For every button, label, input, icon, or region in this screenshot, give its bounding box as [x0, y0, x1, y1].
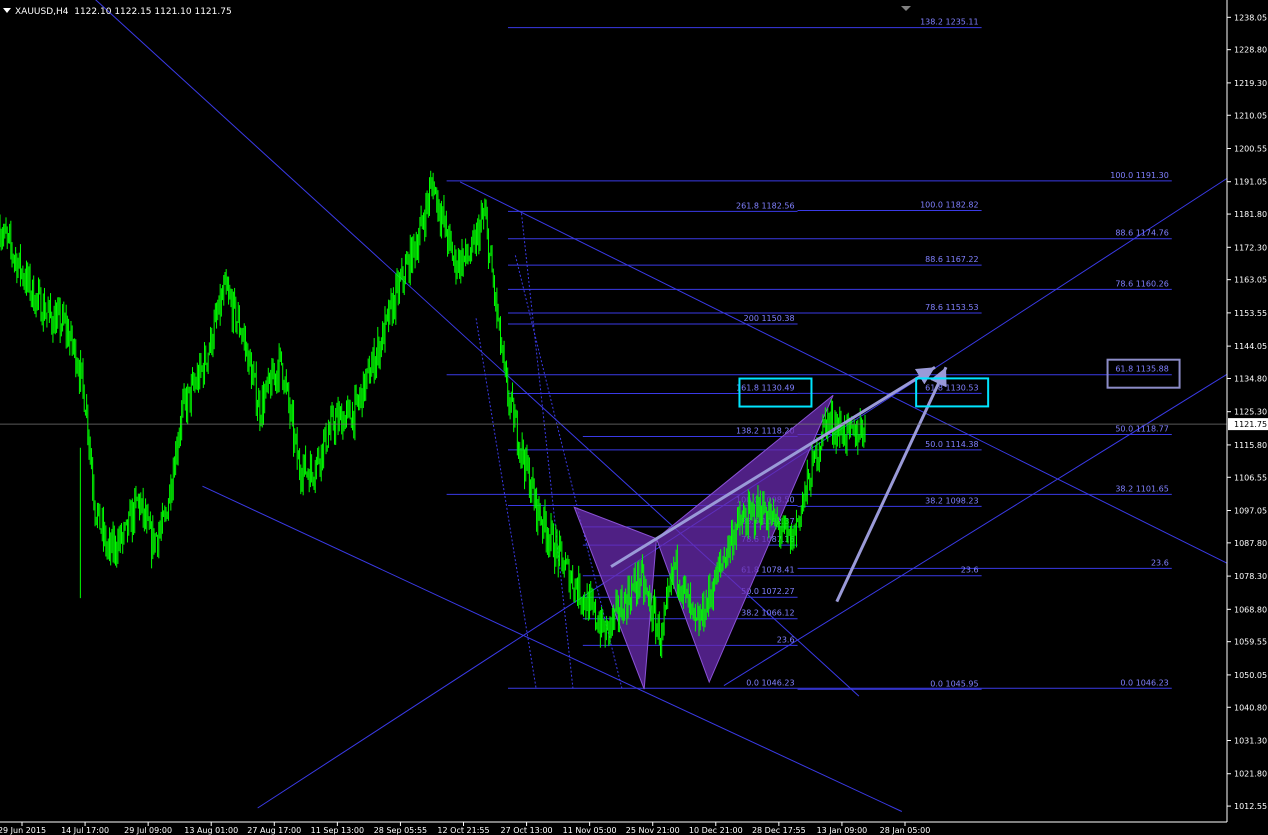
price-tick-label: 1050.05 — [1234, 671, 1267, 680]
price-tick-label: 1012.55 — [1234, 802, 1267, 811]
chart-shift-icon[interactable] — [901, 6, 911, 11]
price-tick-label: 1115.80 — [1234, 441, 1267, 450]
symbol-header: XAUUSD,H4 1122.10 1122.15 1121.10 1121.7… — [3, 7, 232, 18]
price-tick-label: 1097.05 — [1234, 507, 1267, 516]
symbol-label: XAUUSD,H4 — [15, 7, 69, 17]
price-tick-label: 1125.30 — [1234, 408, 1267, 417]
fib-level-label: 78.6 1160.26 — [1115, 279, 1168, 288]
time-tick-label: 27 Aug 17:00 — [247, 826, 301, 835]
price-tick-label: 1078.30 — [1234, 572, 1267, 581]
time-tick-label: 11 Sep 13:00 — [311, 826, 364, 835]
time-tick-label: 29 Jun 2015 — [0, 826, 46, 835]
fib-level-label: 78.6 1153.53 — [925, 303, 978, 312]
price-tick-label: 1040.80 — [1234, 703, 1267, 712]
price-tick-label: 1144.05 — [1234, 342, 1267, 351]
fib-level-label: 100.0 1182.82 — [920, 201, 979, 210]
chart-background — [0, 0, 1268, 835]
time-tick-label: 13 Jan 09:00 — [817, 826, 868, 835]
fib-level-label: 23.6 — [777, 635, 795, 644]
price-tick-label: 1153.55 — [1234, 309, 1267, 318]
time-tick-label: 28 Jan 05:00 — [880, 826, 931, 835]
fib-level-label: 50.0 1118.77 — [1115, 425, 1168, 434]
fib-level-label: 88.6 1174.76 — [1115, 229, 1168, 238]
price-tick-label: 1228.80 — [1234, 46, 1267, 55]
price-tick-label: 1087.80 — [1234, 539, 1267, 548]
price-tick-label: 1021.80 — [1234, 770, 1267, 779]
fib-level-label: 138.2 1235.11 — [920, 18, 979, 27]
fib-level-label: 61.8 1135.88 — [1115, 365, 1168, 374]
time-tick-label: 28 Sep 05:55 — [374, 826, 427, 835]
price-tick-label: 1181.80 — [1234, 210, 1267, 219]
fib-level-label: 50.0 1114.38 — [925, 440, 978, 449]
time-tick-label: 12 Oct 21:55 — [437, 826, 489, 835]
price-tick-label: 1163.05 — [1234, 276, 1267, 285]
fib-level-label: 38.2 1066.12 — [741, 609, 794, 618]
time-tick-label: 13 Aug 01:00 — [184, 826, 238, 835]
fib-level-label: 161.8 1130.49 — [736, 384, 795, 393]
price-chart[interactable]: 138.2 1235.11 100.0 1191.30 261.8 1182.56 1… — [0, 0, 1268, 835]
fib-level-label: 200 1150.38 — [744, 314, 795, 323]
time-tick-label: 10 Dec 21:00 — [689, 826, 743, 835]
price-tick-label: 1068.80 — [1234, 605, 1267, 614]
price-tick-label: 1059.55 — [1234, 638, 1267, 647]
current-price-label: 1121.75 — [1234, 420, 1267, 429]
fib-level-label: 88.6 1167.22 — [925, 255, 978, 264]
fib-level-label: 100.0 1191.30 — [1110, 171, 1169, 180]
fib-level-label: 261.8 1182.56 — [736, 201, 795, 210]
price-tick-label: 1191.05 — [1234, 178, 1267, 187]
dropdown-triangle-icon[interactable] — [3, 8, 11, 13]
time-tick-label: 11 Nov 05:00 — [563, 826, 617, 835]
fib-level-label: 0.0 1045.95 — [930, 679, 978, 688]
price-tick-label: 1106.55 — [1234, 473, 1267, 482]
time-tick-label: 28 Dec 17:55 — [752, 826, 806, 835]
price-tick-label: 1031.30 — [1234, 736, 1267, 745]
price-tick-label: 1200.55 — [1234, 144, 1267, 153]
fib-level-label: 38.2 1101.65 — [1115, 484, 1168, 493]
fib-level-label: 61.8 1130.53 — [925, 383, 978, 392]
time-tick-label: 25 Nov 21:00 — [626, 826, 680, 835]
fib-level-label: 23.6 — [961, 566, 979, 575]
fib-level-label: 0.0 1046.23 — [746, 678, 794, 687]
price-tick-label: 1238.05 — [1234, 13, 1267, 22]
ohlc-values: 1122.10 1122.15 1121.10 1121.75 — [74, 7, 232, 17]
price-tick-label: 1172.30 — [1234, 243, 1267, 252]
time-tick-label: 14 Jul 17:00 — [61, 826, 109, 835]
fib-level-label: 23.6 — [1151, 558, 1169, 567]
price-tick-label: 1134.80 — [1234, 374, 1267, 383]
fib-level-label: 0.0 1046.23 — [1120, 678, 1168, 687]
fib-level-label: 38.2 1098.23 — [925, 496, 978, 505]
price-tick-label: 1210.05 — [1234, 111, 1267, 120]
time-tick-label: 29 Jul 09:00 — [124, 826, 172, 835]
time-tick-label: 27 Oct 13:00 — [500, 826, 552, 835]
price-tick-label: 1219.30 — [1234, 79, 1267, 88]
